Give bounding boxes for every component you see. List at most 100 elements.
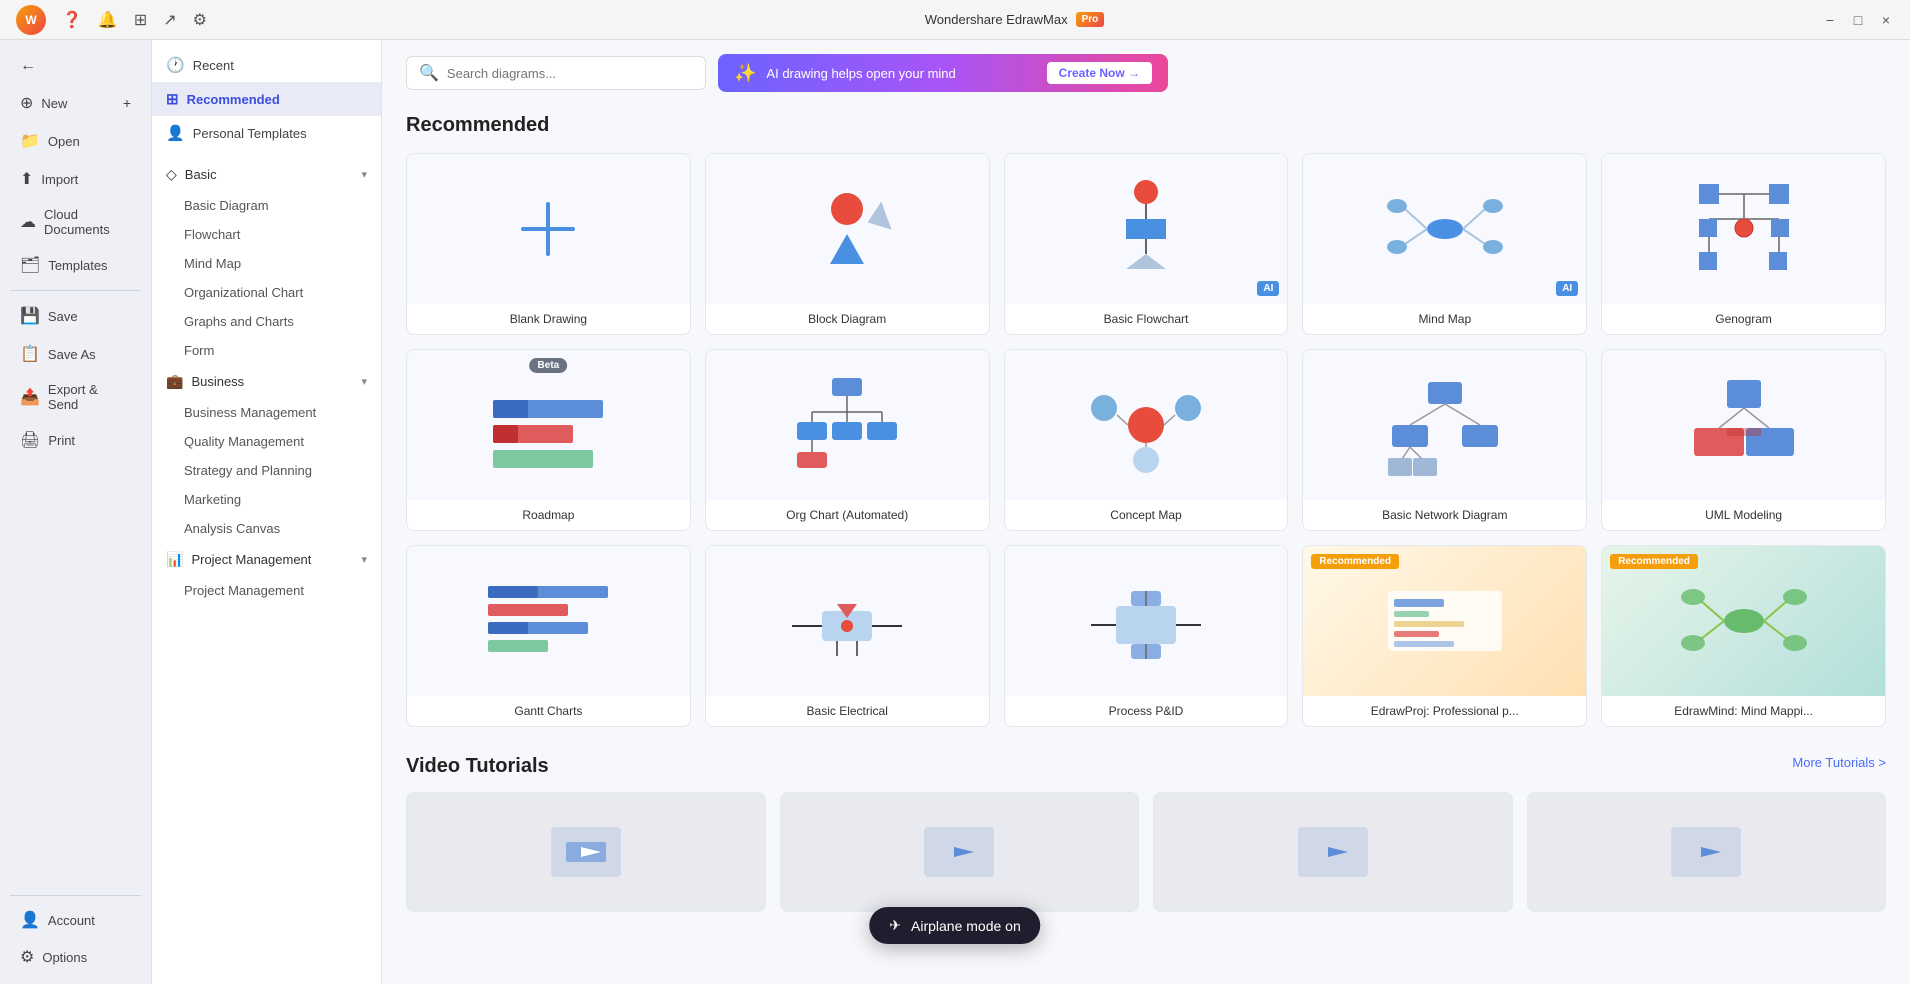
print-icon: 🖨	[20, 430, 40, 450]
avatar[interactable]: W	[16, 5, 46, 35]
maximize-btn[interactable]: □	[1850, 12, 1866, 28]
beta-badge-roadmap: Beta	[530, 358, 568, 373]
nav-project-mgmt[interactable]: Project Management	[156, 576, 377, 605]
nav-flowchart[interactable]: Flowchart	[156, 220, 377, 249]
import-icon: ⬆	[20, 169, 33, 189]
bell-icon[interactable]: 🔔	[98, 10, 118, 30]
nav-graphs-charts-label: Graphs and Charts	[184, 314, 294, 329]
template-mind-map[interactable]: AI Mind Map	[1302, 153, 1587, 335]
nav-marketing[interactable]: Marketing	[156, 485, 377, 514]
template-genogram[interactable]: Genogram	[1601, 153, 1886, 335]
minimize-btn[interactable]: −	[1822, 12, 1838, 28]
ai-create-now-btn[interactable]: Create Now →	[1047, 62, 1152, 84]
nav-basic-diagram[interactable]: Basic Diagram	[156, 191, 377, 220]
apps-icon[interactable]: ⊞	[134, 10, 147, 30]
search-icon: 🔍	[419, 63, 439, 83]
template-label-orgchart: Org Chart (Automated)	[706, 500, 989, 530]
search-box[interactable]: 🔍	[406, 56, 706, 90]
sidebar-item-saveas[interactable]: 📋 Save As	[6, 336, 145, 372]
tutorial-card-3[interactable]	[1153, 792, 1513, 912]
nav-project-header[interactable]: 📊 Project Management ▾	[152, 543, 381, 576]
nav-org-chart-label: Organizational Chart	[184, 285, 303, 300]
template-pid[interactable]: Process P&ID	[1004, 545, 1289, 727]
sidebar-item-print[interactable]: 🖨 Print	[6, 422, 145, 458]
template-blank-drawing[interactable]: Blank Drawing	[406, 153, 691, 335]
basic-icon: ◇	[166, 166, 177, 183]
sidebar-item-options[interactable]: ⚙ Options	[6, 939, 145, 975]
sidebar-item-export[interactable]: 📤 Export & Send	[6, 374, 145, 420]
titlebar: W ❓ 🔔 ⊞ ↗ ⚙ Wondershare EdrawMax Pro − □…	[0, 0, 1910, 40]
template-network-diagram[interactable]: Basic Network Diagram	[1302, 349, 1587, 531]
nav-form[interactable]: Form	[156, 336, 377, 365]
template-edrawmind[interactable]: Recommended EdrawM	[1601, 545, 1886, 727]
sidebar-item-account[interactable]: 👤 Account	[6, 902, 145, 938]
app-title: Wondershare EdrawMax	[925, 12, 1068, 27]
nav-recent[interactable]: 🕐 Recent	[152, 48, 381, 82]
nav-org-chart[interactable]: Organizational Chart	[156, 278, 377, 307]
sidebar-print-label: Print	[48, 433, 75, 448]
nav-mindmap[interactable]: Mind Map	[156, 249, 377, 278]
template-thumb-roadmap: Beta	[407, 350, 690, 500]
nav-analysis-label: Analysis Canvas	[184, 521, 280, 536]
help-icon[interactable]: ❓	[62, 10, 82, 30]
template-label-mindmap: Mind Map	[1303, 304, 1586, 334]
template-org-chart[interactable]: Org Chart (Automated)	[705, 349, 990, 531]
close-btn[interactable]: ×	[1878, 12, 1894, 28]
template-gantt[interactable]: Gantt Charts	[406, 545, 691, 727]
template-thumb-block	[706, 154, 989, 304]
nav-business-mgmt-label: Business Management	[184, 405, 316, 420]
template-label-gantt: Gantt Charts	[407, 696, 690, 726]
main-content: 🔍 ✨ AI drawing helps open your mind Crea…	[382, 40, 1910, 984]
ai-icon: ✨	[734, 63, 756, 84]
settings-icon[interactable]: ⚙	[193, 10, 207, 30]
save-icon: 💾	[20, 306, 40, 326]
nav-business-mgmt[interactable]: Business Management	[156, 398, 377, 427]
back-icon: ←	[20, 57, 36, 75]
nav-marketing-label: Marketing	[184, 492, 241, 507]
more-tutorials-link[interactable]: More Tutorials >	[1792, 755, 1886, 770]
template-edrawproj[interactable]: Recommended EdrawProj: Professional p...	[1302, 545, 1587, 727]
sidebar-item-new[interactable]: ⊕ New +	[6, 85, 145, 121]
sidebar-item-templates[interactable]: 🗂 Templates	[6, 247, 145, 283]
back-button[interactable]: ←	[6, 49, 145, 83]
template-basic-flowchart[interactable]: AI Basic Flowchart	[1004, 153, 1289, 335]
nav-recommended[interactable]: ⊞ Recommended	[152, 82, 381, 116]
template-label-concept: Concept Map	[1005, 500, 1288, 530]
nav-analysis[interactable]: Analysis Canvas	[156, 514, 377, 543]
sidebar-item-import[interactable]: ⬆ Import	[6, 161, 145, 197]
project-icon: 📊	[166, 551, 183, 568]
sidebar-item-save[interactable]: 💾 Save	[6, 298, 145, 334]
nav-basic-header[interactable]: ◇ Basic ▾	[152, 158, 381, 191]
template-thumb-electrical	[706, 546, 989, 696]
sidebar-account-label: Account	[48, 913, 95, 928]
nav-graphs-charts[interactable]: Graphs and Charts	[156, 307, 377, 336]
titlebar-left-icons: W ❓ 🔔 ⊞ ↗ ⚙	[16, 5, 207, 35]
ai-banner[interactable]: ✨ AI drawing helps open your mind Create…	[718, 54, 1168, 92]
share-icon[interactable]: ↗	[163, 10, 176, 30]
basic-arrow-icon: ▾	[361, 168, 367, 181]
template-concept-map[interactable]: Concept Map	[1004, 349, 1289, 531]
sidebar-item-cloud[interactable]: ☁ Cloud Documents	[6, 199, 145, 245]
nav-business-header[interactable]: 💼 Business ▾	[152, 365, 381, 398]
nav-personal-templates[interactable]: 👤 Personal Templates	[152, 116, 381, 150]
airplane-icon: ✈	[889, 917, 901, 934]
nav-strategy-label: Strategy and Planning	[184, 463, 312, 478]
tutorial-card-2[interactable]	[780, 792, 1140, 912]
nav-form-label: Form	[184, 343, 214, 358]
nav-flowchart-label: Flowchart	[184, 227, 240, 242]
sidebar-saveas-label: Save As	[48, 347, 96, 362]
tutorial-card-1[interactable]	[406, 792, 766, 912]
recommended-icon: ⊞	[166, 90, 179, 108]
nav-business-label: Business	[191, 374, 244, 389]
template-block-diagram[interactable]: Block Diagram	[705, 153, 990, 335]
sidebar-item-open[interactable]: 📁 Open	[6, 123, 145, 159]
template-electrical[interactable]: Basic Electrical	[705, 545, 990, 727]
template-roadmap[interactable]: Beta Roadmap	[406, 349, 691, 531]
nav-strategy[interactable]: Strategy and Planning	[156, 456, 377, 485]
nav-quality-mgmt[interactable]: Quality Management	[156, 427, 377, 456]
sidebar-cloud-label: Cloud Documents	[44, 207, 131, 237]
template-uml[interactable]: UML Modeling	[1601, 349, 1886, 531]
export-icon: 📤	[20, 387, 40, 407]
tutorial-card-4[interactable]	[1527, 792, 1887, 912]
search-input[interactable]	[447, 66, 693, 81]
